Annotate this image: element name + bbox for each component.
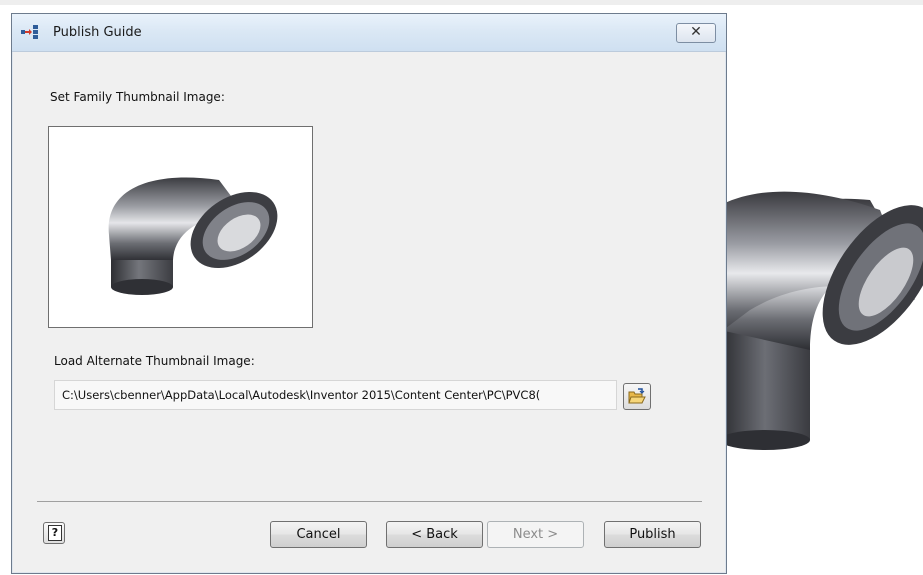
help-button[interactable]: ? <box>43 522 65 544</box>
close-icon: ✕ <box>690 24 702 40</box>
publish-button[interactable]: Publish <box>604 521 701 548</box>
help-icon: ? <box>48 525 62 541</box>
open-folder-icon <box>628 388 646 404</box>
thumbnail-preview <box>48 126 313 328</box>
publish-guide-dialog: Publish Guide ✕ Set Family Thumbnail Ima… <box>11 13 727 574</box>
dialog-title: Publish Guide <box>53 25 142 40</box>
background-strip <box>0 0 923 5</box>
back-button[interactable]: < Back <box>386 521 483 548</box>
browse-button[interactable] <box>623 383 651 410</box>
title-bar[interactable]: Publish Guide ✕ <box>12 14 726 52</box>
thumbnail-path-field[interactable]: C:\Users\cbenner\AppData\Local\Autodesk\… <box>54 380 617 410</box>
load-alternate-label: Load Alternate Thumbnail Image: <box>54 354 255 368</box>
next-button[interactable]: Next > <box>487 521 584 548</box>
pipe-elbow-model <box>108 177 278 295</box>
publish-guide-icon <box>21 25 38 39</box>
cancel-button[interactable]: Cancel <box>270 521 367 548</box>
footer-separator <box>37 501 702 502</box>
close-button[interactable]: ✕ <box>676 23 716 43</box>
set-thumbnail-label: Set Family Thumbnail Image: <box>50 90 225 104</box>
